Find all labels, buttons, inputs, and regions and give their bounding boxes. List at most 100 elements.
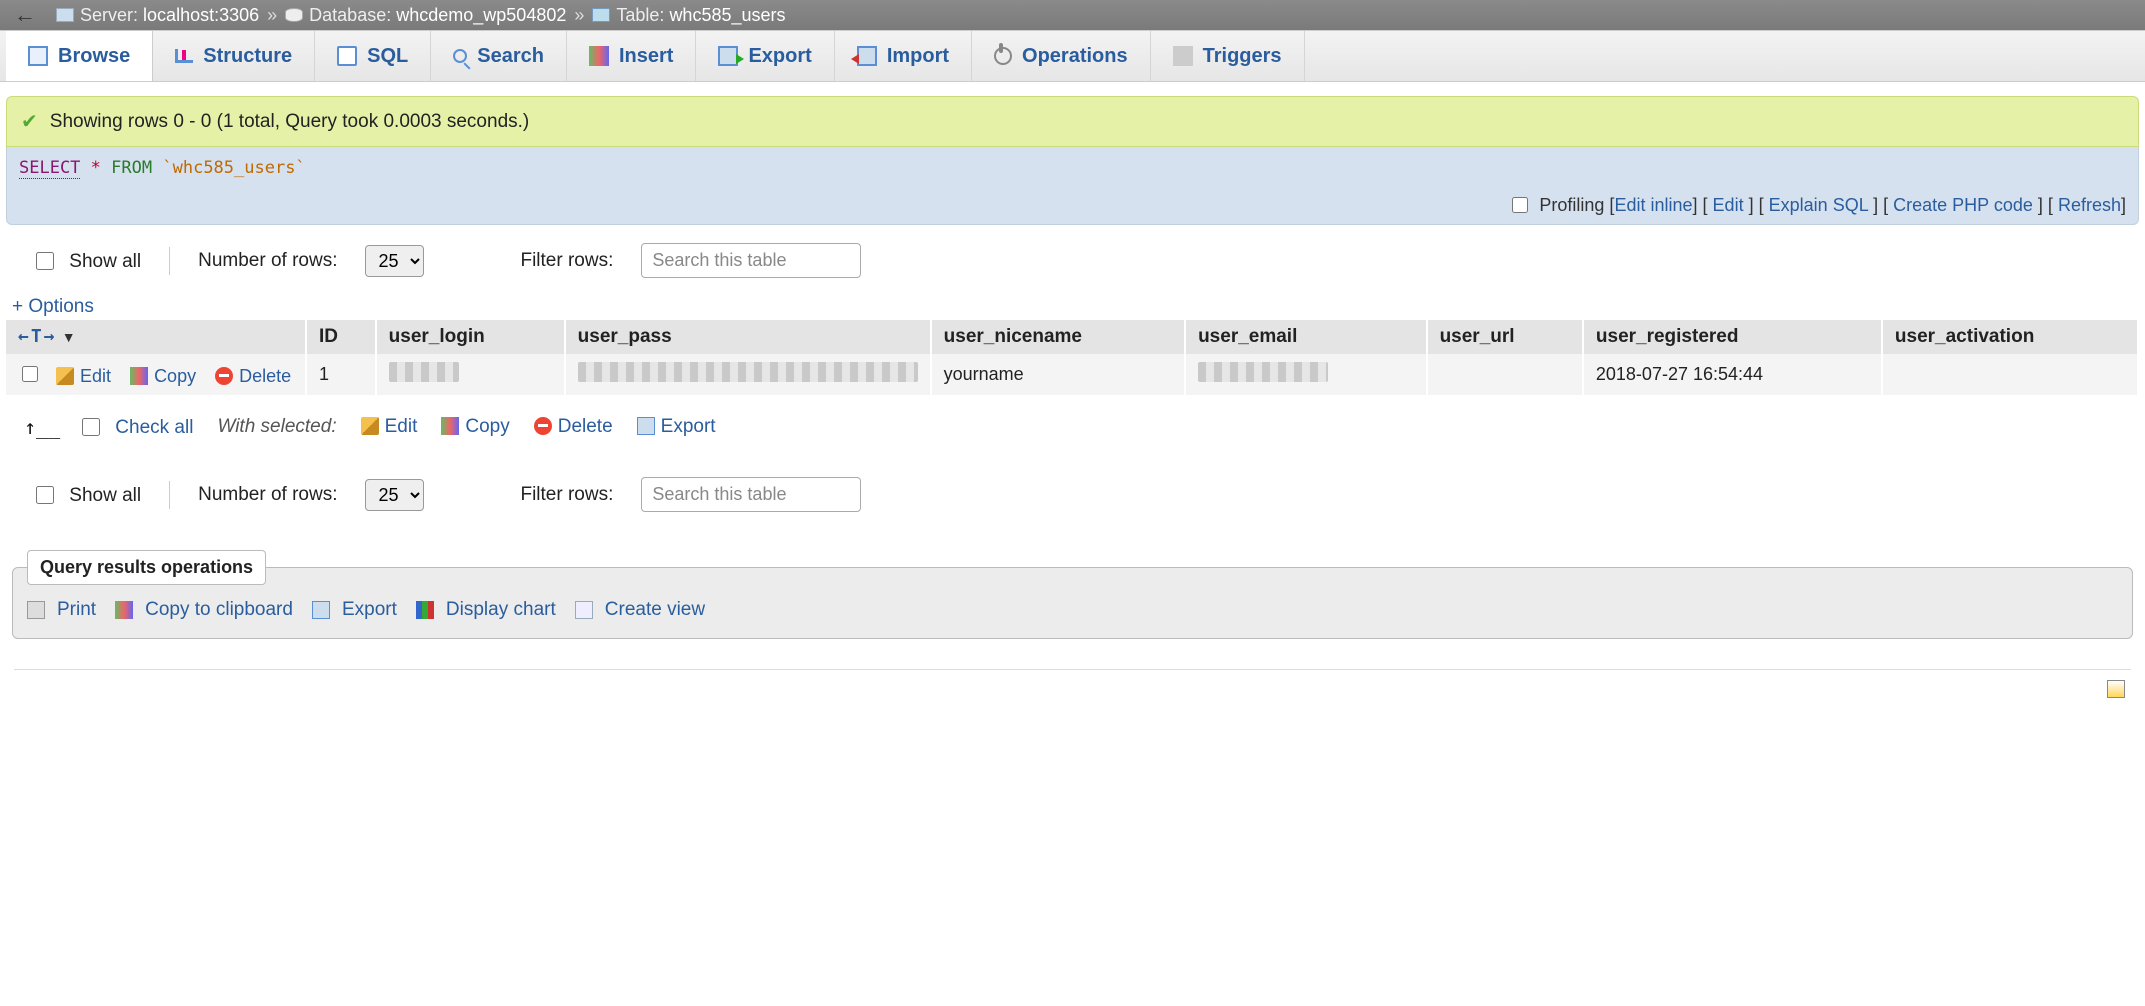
breadcrumb-bar: ← Server: localhost:3306 » Database: whc… [0, 0, 2145, 30]
num-rows-label: Number of rows: [198, 250, 337, 272]
view-icon [575, 601, 593, 619]
redacted [578, 362, 918, 382]
col-actions: ←T→ ▼ [6, 320, 306, 354]
table-value[interactable]: whc585_users [669, 5, 785, 26]
search-icon [453, 49, 467, 63]
sql-query: SELECT * FROM `whc585_users` [19, 158, 306, 179]
show-all-checkbox[interactable] [36, 252, 54, 270]
col-id[interactable]: ID [306, 320, 376, 354]
tab-search[interactable]: Search [431, 31, 567, 81]
tab-label: Structure [203, 45, 292, 68]
cell-user-login [376, 354, 565, 395]
col-user-activation[interactable]: user_activation [1882, 320, 2138, 354]
export-icon [718, 46, 738, 66]
cell-user-pass [565, 354, 931, 395]
tab-export[interactable]: Export [696, 31, 834, 81]
edit-inline-link[interactable]: Edit inline [1614, 195, 1692, 215]
tab-insert[interactable]: Insert [567, 31, 696, 81]
cell-user-nicename: yourname [931, 354, 1185, 395]
browse-icon [28, 46, 48, 66]
bulk-export[interactable]: Export [637, 416, 716, 438]
table-label: Table: [616, 5, 664, 26]
server-value[interactable]: localhost:3306 [143, 5, 259, 26]
database-icon [285, 8, 303, 22]
col-user-login[interactable]: user_login [376, 320, 565, 354]
bulk-copy[interactable]: Copy [441, 416, 509, 438]
footer [6, 680, 2139, 703]
tabs: Browse Structure SQL Search Insert Expor… [0, 30, 2145, 82]
tab-operations[interactable]: Operations [972, 31, 1151, 81]
sort-arrows-icon[interactable]: ←T→ [18, 326, 57, 347]
row-checkbox[interactable] [22, 366, 38, 382]
refresh-link[interactable]: Refresh [2058, 195, 2121, 215]
sql-select: SELECT [19, 158, 80, 179]
bulk-delete[interactable]: Delete [534, 416, 613, 438]
filter-input[interactable] [641, 243, 861, 278]
structure-icon [175, 49, 193, 63]
controls-top: Show all Number of rows: 25 Filter rows: [6, 225, 2139, 296]
sql-from: FROM [111, 158, 152, 178]
num-rows-select[interactable]: 25 [365, 245, 424, 277]
triggers-icon [1173, 46, 1193, 66]
sql-icon [337, 46, 357, 66]
options-toggle[interactable]: + Options [6, 296, 2139, 318]
check-all-text: Check all [115, 417, 193, 438]
redacted [1198, 362, 1328, 382]
edit-link[interactable]: Edit [1713, 195, 1744, 215]
col-user-registered[interactable]: user_registered [1583, 320, 1882, 354]
tab-browse[interactable]: Browse [6, 31, 153, 81]
sql-box: SELECT * FROM `whc585_users` Profiling [… [6, 147, 2139, 225]
tab-triggers[interactable]: Triggers [1151, 31, 1305, 81]
filter-input[interactable] [641, 477, 861, 512]
bookmark-icon[interactable] [2107, 680, 2125, 698]
edit-icon [56, 367, 74, 385]
show-all-label[interactable]: Show all [32, 483, 141, 507]
create-php-link[interactable]: Create PHP code [1893, 195, 2033, 215]
check-icon: ✔ [21, 109, 38, 134]
success-message: ✔ Showing rows 0 - 0 (1 total, Query too… [6, 96, 2139, 147]
sort-caret-icon[interactable]: ▼ [62, 329, 76, 345]
tab-label: Export [748, 45, 811, 68]
ops-legend: Query results operations [27, 550, 266, 585]
bulk-edit[interactable]: Edit [361, 416, 418, 438]
col-user-url[interactable]: user_url [1427, 320, 1583, 354]
op-print[interactable]: Print [27, 599, 96, 621]
footer-divider [14, 669, 2131, 670]
delete-icon [534, 417, 552, 435]
controls-bottom: Show all Number of rows: 25 Filter rows: [6, 459, 2139, 530]
sql-actions: Profiling [Edit inline] [ Edit ] [ Expla… [19, 194, 2126, 216]
divider [169, 481, 170, 509]
op-create-view[interactable]: Create view [575, 599, 705, 621]
row-edit[interactable]: Edit [56, 366, 111, 386]
explain-link[interactable]: Explain SQL [1769, 195, 1868, 215]
data-table: ←T→ ▼ ID user_login user_pass user_nicen… [6, 320, 2139, 395]
back-button[interactable]: ← [8, 1, 42, 29]
col-user-pass[interactable]: user_pass [565, 320, 931, 354]
op-display-chart[interactable]: Display chart [416, 599, 556, 621]
num-rows-select[interactable]: 25 [365, 479, 424, 511]
database-value[interactable]: whcdemo_wp504802 [396, 5, 566, 26]
tab-import[interactable]: Import [835, 31, 972, 81]
import-icon [857, 46, 877, 66]
check-all-checkbox[interactable] [82, 418, 100, 436]
profiling-checkbox[interactable] [1512, 197, 1528, 213]
op-copy-clipboard[interactable]: Copy to clipboard [115, 599, 293, 621]
check-all-label[interactable]: Check all [78, 415, 193, 439]
cell-user-activation [1882, 354, 2138, 395]
num-rows-label: Number of rows: [198, 484, 337, 506]
filter-label: Filter rows: [520, 250, 613, 272]
tab-label: Operations [1022, 45, 1128, 68]
success-text: Showing rows 0 - 0 (1 total, Query took … [50, 111, 529, 133]
tab-label: Browse [58, 45, 130, 68]
show-all-checkbox[interactable] [36, 486, 54, 504]
row-copy[interactable]: Copy [130, 366, 196, 386]
tab-structure[interactable]: Structure [153, 31, 315, 81]
op-export[interactable]: Export [312, 599, 397, 621]
export-icon [312, 601, 330, 619]
show-all-label[interactable]: Show all [32, 249, 141, 273]
tab-sql[interactable]: SQL [315, 31, 431, 81]
col-user-email[interactable]: user_email [1185, 320, 1426, 354]
col-user-nicename[interactable]: user_nicename [931, 320, 1185, 354]
redacted [389, 362, 459, 382]
row-delete[interactable]: Delete [215, 366, 291, 386]
